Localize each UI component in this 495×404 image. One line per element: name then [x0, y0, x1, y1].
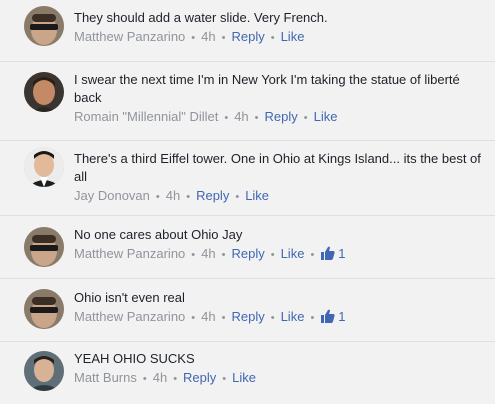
comment-author[interactable]: Romain "Millennial" Dillet: [74, 109, 218, 124]
separator: •: [191, 249, 196, 261]
comment-meta: Matt Burns • 4h • Reply • Like: [74, 369, 485, 388]
comment-item: Ohio isn't even real Matthew Panzarino • 4…: [0, 279, 495, 342]
like-button[interactable]: Like: [232, 370, 256, 385]
comment-item: YEAH OHIO SUCKS Matt Burns • 4h • Reply • Like: [0, 342, 495, 404]
like-count: 1: [338, 309, 346, 324]
comment-text: I swear the next time I'm in New York I'…: [74, 72, 460, 105]
avatar[interactable]: [24, 227, 64, 267]
comment-text: No one cares about Ohio Jay: [74, 227, 243, 242]
comment-author[interactable]: Jay Donovan: [74, 188, 150, 203]
reply-button[interactable]: Reply: [265, 109, 298, 124]
avatar-image: [24, 72, 64, 112]
avatar-image: [24, 6, 64, 46]
comment-text: There's a third Eiffel tower. One in Ohi…: [74, 151, 481, 184]
comment-meta: Matthew Panzarino • 4h • Reply • Like • 1: [74, 308, 485, 327]
separator: •: [142, 373, 147, 385]
comment-time[interactable]: 4h: [166, 188, 180, 203]
comment-thread: They should add a water slide. Very Fren…: [0, 0, 495, 404]
separator: •: [270, 312, 275, 324]
separator: •: [235, 191, 240, 203]
comment-item: They should add a water slide. Very Fren…: [0, 0, 495, 62]
reply-button[interactable]: Reply: [196, 188, 229, 203]
avatar-image: [24, 227, 64, 267]
comment-meta: Jay Donovan • 4h • Reply • Like: [74, 187, 485, 206]
comment-meta: Romain "Millennial" Dillet • 4h • Reply • Like: [74, 108, 485, 127]
thumbs-up-icon: [320, 309, 335, 323]
separator: •: [270, 249, 275, 261]
comment-author[interactable]: Matthew Panzarino: [74, 29, 185, 44]
like-button[interactable]: Like: [281, 246, 305, 261]
separator: •: [222, 373, 227, 385]
avatar-image: [24, 351, 64, 391]
avatar-image: [24, 147, 64, 187]
separator: •: [310, 312, 315, 324]
comment-time[interactable]: 4h: [234, 109, 248, 124]
comment-time[interactable]: 4h: [201, 309, 215, 324]
comment-item: No one cares about Ohio Jay Matthew Panz…: [0, 216, 495, 279]
reply-button[interactable]: Reply: [231, 309, 264, 324]
reply-button[interactable]: Reply: [183, 370, 216, 385]
comment-meta: Matthew Panzarino • 4h • Reply • Like • 1: [74, 245, 485, 264]
like-count-badge[interactable]: 1: [320, 309, 346, 324]
like-button[interactable]: Like: [281, 29, 305, 44]
separator: •: [221, 32, 226, 44]
comment-text: They should add a water slide. Very Fren…: [74, 10, 328, 25]
separator: •: [186, 191, 191, 203]
comment-time[interactable]: 4h: [201, 29, 215, 44]
comment-meta: Matthew Panzarino • 4h • Reply • Like: [74, 28, 485, 47]
reply-button[interactable]: Reply: [231, 29, 264, 44]
like-count: 1: [338, 246, 346, 261]
avatar[interactable]: [24, 289, 64, 329]
avatar[interactable]: [24, 6, 64, 46]
separator: •: [191, 32, 196, 44]
like-button[interactable]: Like: [314, 109, 338, 124]
avatar-image: [24, 289, 64, 329]
separator: •: [155, 191, 160, 203]
avatar[interactable]: [24, 72, 64, 112]
separator: •: [224, 112, 229, 124]
separator: •: [221, 249, 226, 261]
separator: •: [221, 312, 226, 324]
separator: •: [254, 112, 259, 124]
separator: •: [310, 249, 315, 261]
thumbs-up-icon: [320, 246, 335, 260]
comment-author[interactable]: Matthew Panzarino: [74, 309, 185, 324]
like-button[interactable]: Like: [281, 309, 305, 324]
comment-item: I swear the next time I'm in New York I'…: [0, 62, 495, 141]
avatar[interactable]: [24, 147, 64, 187]
comment-time[interactable]: 4h: [201, 246, 215, 261]
comment-text: YEAH OHIO SUCKS: [74, 351, 195, 366]
avatar[interactable]: [24, 351, 64, 391]
reply-button[interactable]: Reply: [231, 246, 264, 261]
like-count-badge[interactable]: 1: [320, 246, 346, 261]
comment-author[interactable]: Matt Burns: [74, 370, 137, 385]
comment-time[interactable]: 4h: [153, 370, 167, 385]
separator: •: [191, 312, 196, 324]
separator: •: [270, 32, 275, 44]
like-button[interactable]: Like: [245, 188, 269, 203]
comment-author[interactable]: Matthew Panzarino: [74, 246, 185, 261]
separator: •: [303, 112, 308, 124]
comment-text: Ohio isn't even real: [74, 290, 185, 305]
separator: •: [173, 373, 178, 385]
comment-item: There's a third Eiffel tower. One in Ohi…: [0, 141, 495, 216]
